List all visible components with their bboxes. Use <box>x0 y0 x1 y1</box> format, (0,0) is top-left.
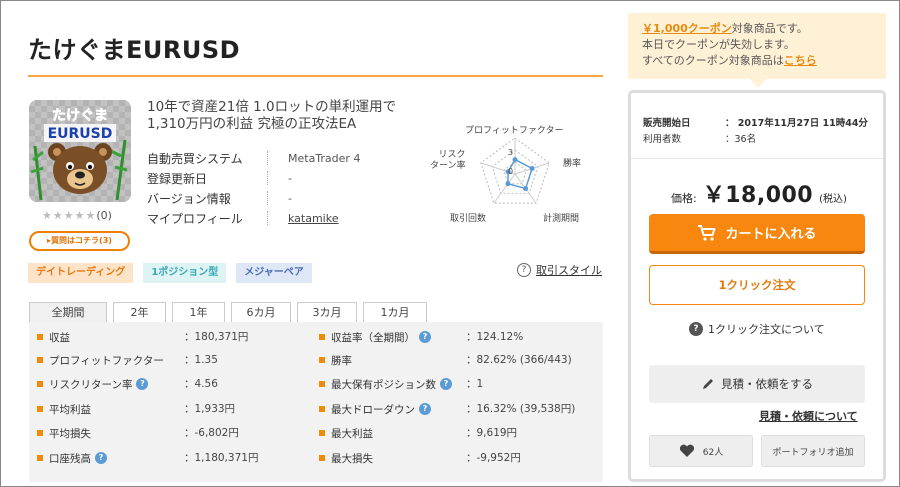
question-icon: ? <box>517 263 531 277</box>
stat-max-loss: 最大損失 <box>319 447 373 469</box>
heart-icon <box>679 444 694 457</box>
review-count: (0) <box>96 209 112 222</box>
radar-point-3 <box>505 181 511 187</box>
price-value: ￥18,000 <box>702 183 814 208</box>
add-portfolio-button[interactable]: ポートフォリオ追加 <box>761 435 865 467</box>
tab-6m[interactable]: 6カ月 <box>231 302 291 322</box>
catch-line-1: 10年で資産21倍 1.0ロットの単利運用で <box>147 99 397 115</box>
tag-major-pair[interactable]: メジャーペア <box>236 263 312 283</box>
radar-tick-max: 3 <box>508 148 514 157</box>
one-click-order-button[interactable]: 1クリック注文 <box>649 265 865 305</box>
radar-point-0 <box>512 157 518 163</box>
radar-label-win-rate: 勝率 <box>563 159 582 169</box>
stat-avg-loss-value: ：-6,802円 <box>184 427 239 439</box>
title-underline <box>28 75 603 77</box>
stat-max-loss-value: ：-9,952円 <box>466 452 521 464</box>
pencil-icon <box>703 379 713 389</box>
tag-daytrade[interactable]: デイトレーディング <box>28 263 134 283</box>
trade-style-link[interactable]: ? 取引スタイル <box>517 262 602 278</box>
info-row-version: バージョン情報 - <box>147 191 292 206</box>
stat-avg-profit-value: ：1,933円 <box>184 403 236 415</box>
radar-tick-min: 0 <box>508 167 514 176</box>
cart-icon <box>698 224 716 241</box>
help-icon[interactable]: ? <box>440 378 452 390</box>
add-to-cart-button[interactable]: カートに入れる <box>649 214 865 254</box>
thumb-text-bottom: EURUSD <box>48 126 113 142</box>
stat-profit-value: ：180,371円 <box>184 331 249 343</box>
tag-single-position[interactable]: 1ポジション型 <box>143 263 227 283</box>
stat-profit-factor: プロフィットファクター <box>37 349 164 371</box>
product-info-list: 自動売買システム MetaTrader 4 登録更新日 - バージョン情報 - マイプ… <box>147 148 360 228</box>
radar-label-risk-return: リスク ターン率 <box>430 150 466 171</box>
help-icon[interactable]: ? <box>95 452 107 464</box>
stat-max-drawdown: 最大ドローダウン? <box>319 398 431 420</box>
favorite-button[interactable]: 62人 <box>649 435 753 467</box>
tab-1m[interactable]: 1カ月 <box>363 302 427 322</box>
coupon-pointer <box>750 79 766 88</box>
divider <box>631 158 883 159</box>
stat-max-positions: 最大保有ポジション数? <box>319 373 452 395</box>
radar-label-period: 計測期間 <box>543 214 580 224</box>
stat-return-rate: 収益率（全期間）? <box>319 326 431 348</box>
estimate-about-link[interactable]: 見積・依頼について <box>759 408 858 424</box>
radar-point-2 <box>523 186 529 192</box>
one-click-about-link[interactable]: ? 1クリック注文について <box>689 321 825 337</box>
tab-all[interactable]: 全期間 <box>29 302 107 322</box>
radar-point-1 <box>529 165 535 171</box>
stat-profit: 収益 <box>37 326 70 348</box>
radar-label-profit-factor: プロフィットファクター <box>465 126 564 136</box>
info-row-profile: マイプロフィール katamike <box>147 211 339 226</box>
bear-logo-icon: たけぐま EURUSD <box>29 100 131 202</box>
stat-max-drawdown-value: ：16.32% (39,538円) <box>466 403 576 415</box>
stat-profit-factor-value: ：1.35 <box>184 354 218 366</box>
stat-risk-return-value: ：4.56 <box>184 378 218 390</box>
sale-start-row: 販売開始日： 2017年11月27日 11時44分 <box>643 118 868 129</box>
performance-radar-chart: プロフィットファクター 勝率 計測期間 取引回数 リスク ターン率 3 0 <box>410 118 610 228</box>
price-display: 価格: ￥18,000 (税込) <box>671 177 847 209</box>
tab-2y[interactable]: 2年 <box>113 302 166 322</box>
stat-balance: 口座残高? <box>37 447 107 469</box>
help-icon[interactable]: ? <box>136 378 149 390</box>
question-button[interactable]: ▸質問はコチラ(3) <box>29 231 130 251</box>
users-row: 利用者数 ：36名 <box>643 134 757 145</box>
stat-avg-profit: 平均利益 <box>37 398 91 420</box>
radar-axis-3 <box>493 173 516 204</box>
stat-risk-return: リスクリターン率? <box>37 373 149 395</box>
coupon-expire-text: 本日でクーポンが失効します。 <box>642 38 795 51</box>
stat-max-profit-value: ：9,619円 <box>466 427 518 439</box>
page-title: たけぐまEURUSD <box>28 36 241 64</box>
period-tabs: 全期間 2年 1年 6カ月 3カ月 1カ月 <box>29 302 433 322</box>
thumb-text-top: たけぐま <box>52 108 108 124</box>
stat-return-rate-value: ：124.12% <box>466 331 524 343</box>
help-icon[interactable]: ? <box>419 331 431 343</box>
coupon-highlight[interactable]: ￥1,000クーポン <box>642 22 732 35</box>
stat-win-rate: 勝率 <box>319 349 352 371</box>
stat-balance-value: ：1,180,371円 <box>184 452 259 464</box>
catch-copy: 10年で資産21倍 1.0ロットの単利運用で 1,310万円の利益 究極の正攻法… <box>147 99 447 133</box>
tab-1y[interactable]: 1年 <box>172 302 225 322</box>
tag-list: デイトレーディング 1ポジション型 メジャーペア <box>28 263 312 283</box>
stats-panel: 収益 ：180,371円 プロフィットファクター ：1.35 リスクリターン率?… <box>29 322 603 482</box>
catch-line-2: 1,310万円の利益 究極の正攻法EA <box>147 116 357 132</box>
coupon-notice: ￥1,000クーポン対象商品です。 本日でクーポンが失効します。 すべてのクーポ… <box>628 13 886 79</box>
stat-win-rate-value: ：82.62% (366/443) <box>466 354 572 366</box>
tab-3m[interactable]: 3カ月 <box>297 302 357 322</box>
help-icon[interactable]: ? <box>419 403 431 415</box>
star-icons: ★★★★★ <box>42 209 97 222</box>
question-icon: ? <box>689 322 703 336</box>
estimate-request-button[interactable]: 見積・依頼をする <box>649 365 865 403</box>
stat-avg-loss: 平均損失 <box>37 422 91 444</box>
radar-label-trades: 取引回数 <box>450 214 487 224</box>
info-row-system: 自動売買システム MetaTrader 4 <box>147 151 361 166</box>
stat-max-positions-value: ：1 <box>466 378 484 390</box>
info-row-updated: 登録更新日 - <box>147 171 292 186</box>
profile-link[interactable]: katamike <box>288 212 339 225</box>
coupon-link[interactable]: こちら <box>784 54 817 67</box>
favorite-count: 62人 <box>702 447 724 458</box>
stat-max-profit: 最大利益 <box>319 422 373 444</box>
purchase-box: 販売開始日： 2017年11月27日 11時44分 利用者数 ：36名 価格: ￥… <box>628 90 886 482</box>
product-thumbnail[interactable]: たけぐま EURUSD <box>29 100 131 202</box>
rating-stars: ★★★★★(0) <box>42 209 112 222</box>
